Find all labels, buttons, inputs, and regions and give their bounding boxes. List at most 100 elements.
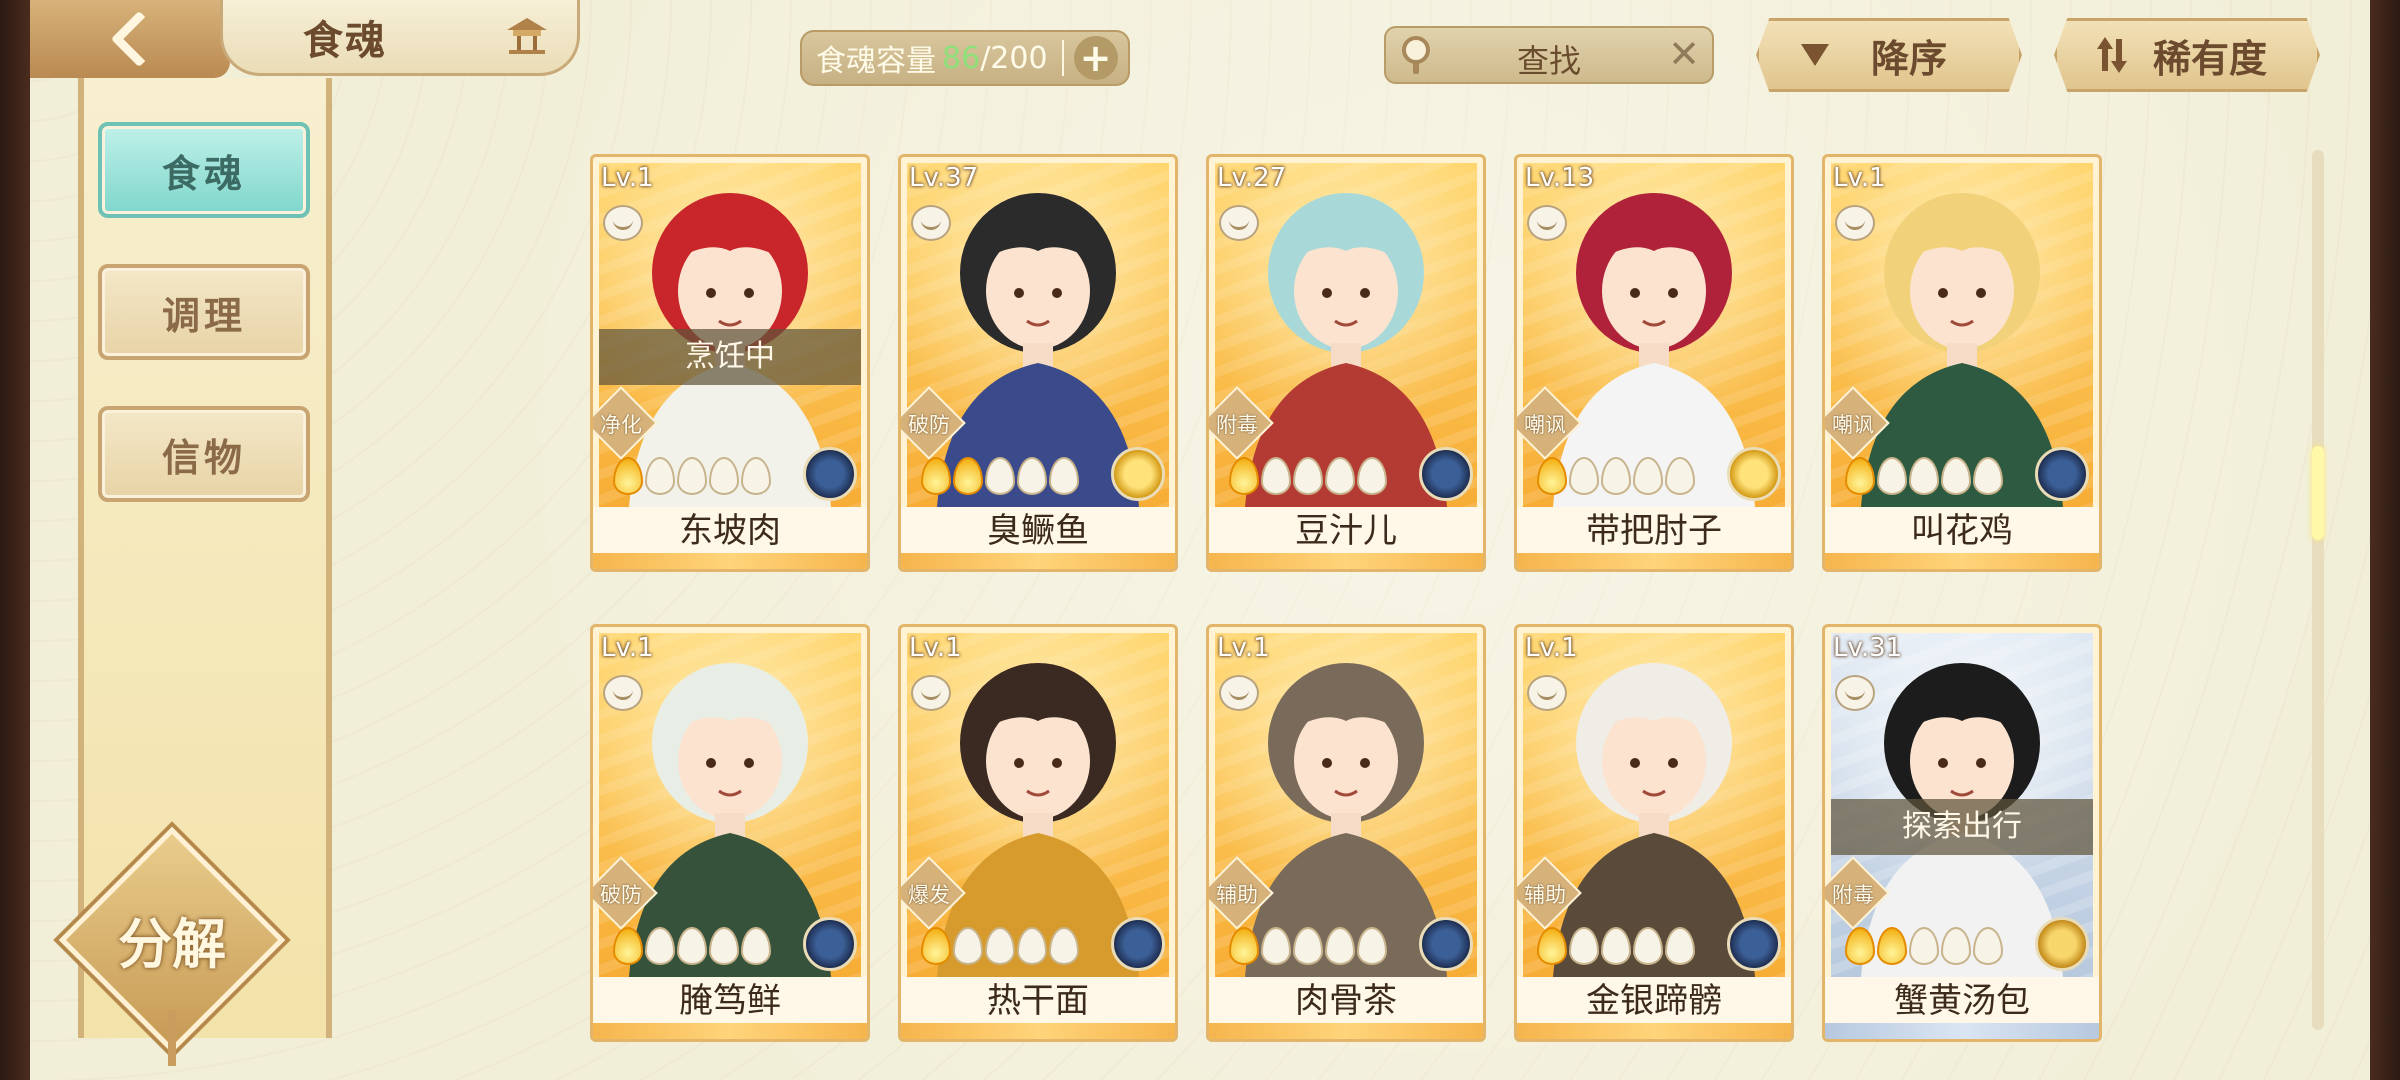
sort-key-label: 稀有度 xyxy=(2153,35,2268,81)
card-level: Lv.1 xyxy=(1217,633,1270,663)
food-soul-card[interactable]: Lv.1 嘲讽 叫花鸡 xyxy=(1822,154,2102,572)
element-flower-icon xyxy=(803,447,857,501)
capacity-label: 食魂容量 xyxy=(816,44,936,79)
role-badge-label: 附毒 xyxy=(1216,413,1258,437)
card-rarity-bar xyxy=(1825,553,2099,569)
flame-star-icon xyxy=(1973,457,2003,495)
flame-star-icon xyxy=(677,457,707,495)
triangle-down-icon xyxy=(1801,44,1829,66)
card-level: Lv.1 xyxy=(1833,163,1886,193)
card-name: 热干面 xyxy=(901,977,1175,1025)
flame-star-icon xyxy=(1633,457,1663,495)
flame-star-icon xyxy=(1569,457,1599,495)
food-soul-card[interactable]: Lv.27 附毒 豆汁儿 xyxy=(1206,154,1486,572)
decompose-label[interactable]: 分解 xyxy=(92,900,252,979)
flame-star-icon xyxy=(1569,927,1599,965)
star-rating xyxy=(921,927,1079,965)
card-name: 豆汁儿 xyxy=(1209,507,1483,555)
flame-star-icon xyxy=(1049,457,1079,495)
bowl-icon xyxy=(603,205,643,241)
card-level: Lv.13 xyxy=(1525,163,1595,193)
star-rating xyxy=(613,927,771,965)
close-icon[interactable]: ✕ xyxy=(1668,32,1700,76)
card-level: Lv.1 xyxy=(909,633,962,663)
card-rarity-bar xyxy=(1517,1023,1791,1039)
capacity-max: 200 xyxy=(990,40,1048,76)
card-rarity-bar xyxy=(1209,1023,1483,1039)
tab-conditioning[interactable]: 调理 xyxy=(98,264,310,360)
scrollbar-thumb[interactable] xyxy=(2312,446,2324,540)
flame-star-icon xyxy=(1845,457,1875,495)
food-soul-card[interactable]: Lv.1 辅助 金银蹄髈 xyxy=(1514,624,1794,1042)
food-soul-card[interactable]: Lv.1 烹饪中 净化 东坡肉 xyxy=(590,154,870,572)
flame-star-icon xyxy=(1601,457,1631,495)
flame-star-icon xyxy=(1973,927,2003,965)
tab-tokens[interactable]: 信物 xyxy=(98,406,310,502)
flame-star-icon xyxy=(953,927,983,965)
flame-star-icon xyxy=(645,927,675,965)
search-input[interactable]: 查找 xyxy=(1444,36,1654,82)
flame-star-icon xyxy=(741,457,771,495)
screen: 食魂 食魂容量 86 / 200 + 查找 ✕ 降序 稀有度 食魂 调理 信物 … xyxy=(30,0,2370,1080)
element-flower-icon xyxy=(803,917,857,971)
card-level: Lv.37 xyxy=(909,163,979,193)
flame-star-icon xyxy=(921,927,951,965)
flame-star-icon xyxy=(1877,927,1907,965)
element-flower-icon xyxy=(1111,917,1165,971)
capacity-current: 86 xyxy=(942,40,981,76)
food-soul-card[interactable]: Lv.1 爆发热干面 xyxy=(898,624,1178,1042)
food-soul-card[interactable]: Lv.31 探索出行 附毒 蟹黄汤包 xyxy=(1822,624,2102,1042)
flame-star-icon xyxy=(741,927,771,965)
back-button[interactable] xyxy=(30,0,230,78)
flame-star-icon xyxy=(1537,457,1567,495)
scrollbar-track[interactable] xyxy=(2312,150,2324,1030)
star-rating xyxy=(1537,927,1695,965)
star-rating xyxy=(1845,457,2003,495)
flame-star-icon xyxy=(1845,927,1875,965)
food-soul-card[interactable]: Lv.13 嘲讽 带把肘子 xyxy=(1514,154,1794,572)
flame-star-icon xyxy=(1665,457,1695,495)
bowl-icon xyxy=(1219,675,1259,711)
sort-key-button[interactable]: 稀有度 xyxy=(2054,18,2320,92)
card-name: 肉骨茶 xyxy=(1209,977,1483,1025)
search-field[interactable]: 查找 ✕ xyxy=(1384,26,1714,84)
tab-conditioning-label: 调理 xyxy=(161,292,246,338)
flame-star-icon xyxy=(1357,927,1387,965)
card-level: Lv.31 xyxy=(1833,633,1903,663)
card-rarity-bar xyxy=(901,1023,1175,1039)
food-soul-card[interactable]: Lv.1 辅助 肉骨茶 xyxy=(1206,624,1486,1042)
flame-star-icon xyxy=(1017,927,1047,965)
flame-star-icon xyxy=(1325,927,1355,965)
flame-star-icon xyxy=(985,457,1015,495)
role-badge-label: 爆发 xyxy=(908,883,950,907)
flame-star-icon xyxy=(1537,927,1567,965)
sort-order-button[interactable]: 降序 xyxy=(1756,18,2022,92)
card-rarity-bar xyxy=(1825,1023,2099,1039)
food-soul-card[interactable]: Lv.37 破防 臭鳜鱼 xyxy=(898,154,1178,572)
bowl-icon xyxy=(1835,205,1875,241)
flame-star-icon xyxy=(645,457,675,495)
capacity-separator: / xyxy=(980,40,991,76)
star-rating xyxy=(1537,457,1695,495)
flame-star-icon xyxy=(1665,927,1695,965)
role-badge-label: 附毒 xyxy=(1832,883,1874,907)
food-soul-card[interactable]: Lv.1 破防 腌笃鲜 xyxy=(590,624,870,1042)
flame-star-icon xyxy=(1357,457,1387,495)
star-rating xyxy=(921,457,1079,495)
role-badge-label: 破防 xyxy=(908,413,950,437)
tab-food-souls-label: 食魂 xyxy=(161,150,246,196)
card-status-banner: 探索出行 xyxy=(1831,799,2093,855)
tab-food-souls[interactable]: 食魂 xyxy=(98,122,310,218)
pavilion-icon[interactable] xyxy=(505,16,549,56)
flame-star-icon xyxy=(613,927,643,965)
flame-star-icon xyxy=(1325,457,1355,495)
role-badge-label: 破防 xyxy=(600,883,642,907)
card-level: Lv.1 xyxy=(1525,633,1578,663)
chevron-left-icon xyxy=(110,10,168,68)
card-status-banner: 烹饪中 xyxy=(599,329,861,385)
flame-star-icon xyxy=(953,457,983,495)
card-level: Lv.1 xyxy=(601,163,654,193)
flame-star-icon xyxy=(1293,927,1323,965)
card-rarity-bar xyxy=(1517,553,1791,569)
add-capacity-button[interactable]: + xyxy=(1073,36,1118,80)
